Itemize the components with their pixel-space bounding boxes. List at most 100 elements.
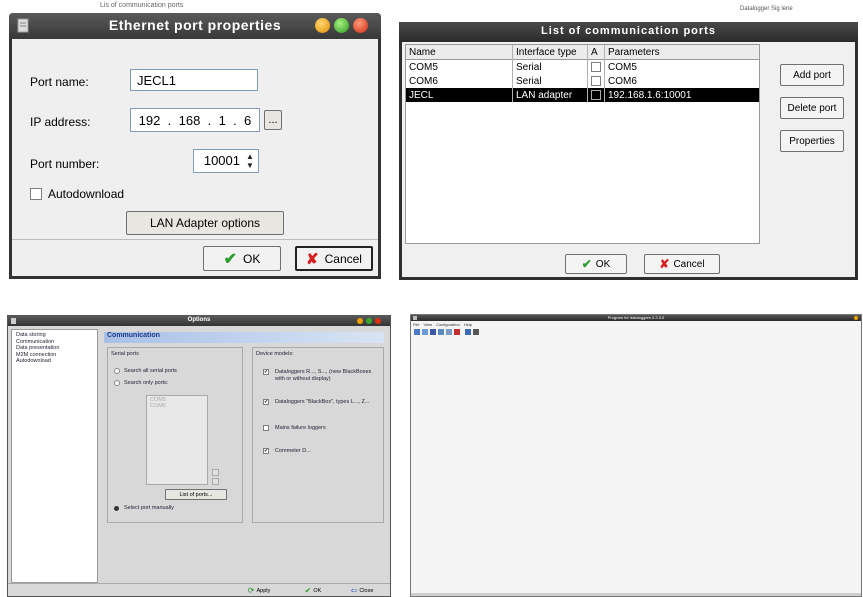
divider: [12, 239, 378, 240]
open-icon[interactable]: [422, 328, 428, 335]
nav-item-autodownload[interactable]: Autodownload: [16, 358, 93, 365]
download-icon[interactable]: [438, 328, 444, 335]
minimize-icon[interactable]: [854, 316, 858, 320]
table-row[interactable]: COM5 Serial COM5: [406, 59, 759, 74]
column-header-parameters[interactable]: Parameters: [604, 45, 759, 60]
menu-help[interactable]: Help: [464, 322, 472, 327]
maximize-icon[interactable]: [366, 318, 372, 324]
cancel-label: Cancel: [673, 258, 705, 270]
column-header-name[interactable]: Name: [406, 45, 513, 60]
options-titlebar[interactable]: Options: [8, 316, 390, 326]
row-name: COM6: [406, 74, 513, 88]
column-header-a[interactable]: A: [587, 45, 605, 60]
row-parameters: 192.168.1.6:10001: [604, 88, 759, 102]
spinner-arrows-icon[interactable]: ▲ ▼: [244, 152, 256, 170]
door-exit-icon: ⇦: [350, 586, 358, 595]
select-manually-radio[interactable]: [114, 506, 119, 511]
row-parameters: COM5: [604, 59, 759, 74]
check-icon: ✔: [304, 586, 312, 595]
device-model-label-1: Dataloggers R..., S..., (new BlackBoxes …: [275, 369, 372, 382]
list-move-down-icon[interactable]: [212, 478, 219, 485]
apply-button[interactable]: ⟳ Apply: [237, 585, 281, 596]
minimize-icon[interactable]: [315, 18, 330, 33]
ok-button[interactable]: ✔ OK: [203, 246, 281, 271]
delete-port-button[interactable]: Delete port: [780, 97, 844, 119]
cancel-button[interactable]: ✘ Cancel: [295, 246, 373, 271]
chart-icon[interactable]: [454, 328, 460, 335]
minimize-icon[interactable]: [357, 318, 363, 324]
add-port-button[interactable]: Add port: [780, 64, 844, 86]
ports-dialog-titlebar[interactable]: List of communication ports: [399, 22, 858, 42]
close-icon[interactable]: [375, 318, 381, 324]
device-model-checkbox-1[interactable]: ✔: [263, 369, 269, 375]
ethernet-port-dialog: Ethernet port properties Port name: JECL…: [9, 13, 381, 279]
ethernet-dialog-body: Port name: JECL1 IP address: 192. 168. 1…: [12, 39, 378, 276]
ip-address-label: IP address:: [30, 115, 91, 129]
list-of-ports-button[interactable]: List of ports...: [165, 489, 227, 500]
ok-button[interactable]: ✔ OK: [297, 585, 329, 596]
main-app-window: Program for dataloggers 2.2.3.0 File Vie…: [410, 314, 862, 597]
help-icon[interactable]: [465, 328, 471, 335]
close-button[interactable]: ⇦ Close: [342, 585, 382, 596]
row-name: JECL: [406, 88, 513, 102]
search-only-radio[interactable]: [114, 380, 120, 386]
x-icon: ✘: [659, 257, 670, 271]
device-model-checkbox-2[interactable]: ✔: [263, 399, 269, 405]
ip-octet-2[interactable]: 168: [179, 113, 201, 128]
refresh-icon: ⟳: [247, 586, 255, 595]
device-model-label-4: Commeter D...: [275, 448, 311, 454]
table-row-selected[interactable]: JECL LAN adapter 192.168.1.6:10001: [406, 88, 759, 102]
info-icon[interactable]: [473, 328, 479, 335]
list-move-up-icon[interactable]: [212, 469, 219, 476]
search-all-label: Search all serial ports: [124, 368, 177, 374]
port-name-input[interactable]: JECL1: [130, 69, 258, 91]
row-interface: Serial: [512, 59, 588, 74]
print-icon[interactable]: [446, 328, 452, 335]
list-item: COM6: [150, 402, 166, 409]
cancel-button[interactable]: ✘ Cancel: [644, 254, 720, 274]
port-name-label: Port name:: [30, 75, 89, 89]
lan-adapter-options-button[interactable]: LAN Adapter options: [126, 211, 284, 235]
device-model-checkbox-4[interactable]: ✔: [263, 448, 269, 454]
close-icon[interactable]: [353, 18, 368, 33]
ip-octet-1[interactable]: 192: [139, 113, 161, 128]
background-window-text-left: Lis of communication ports: [100, 2, 184, 9]
device-model-checkbox-3[interactable]: [263, 425, 269, 431]
autodownload-checkbox[interactable]: [30, 188, 42, 200]
port-list: COM5 COM6: [146, 395, 208, 485]
row-parameters: COM6: [604, 74, 759, 88]
background-window-text-right: Datalogger Sig lene: [740, 6, 793, 12]
options-dialog: Options Data storing Communication Data …: [7, 315, 391, 597]
column-header-interface[interactable]: Interface type: [512, 45, 588, 60]
section-title: Communication: [104, 332, 384, 343]
cancel-label: Cancel: [324, 251, 362, 266]
menu-file[interactable]: File: [413, 322, 419, 327]
autodownload-cell-checkbox[interactable]: [591, 90, 601, 100]
menu-configuration[interactable]: Configuration: [436, 322, 460, 327]
ip-browse-button[interactable]: ...: [264, 110, 282, 130]
autodownload-cell-checkbox[interactable]: [591, 76, 601, 86]
autodownload-cell-checkbox[interactable]: [591, 62, 601, 72]
ok-button[interactable]: ✔ OK: [565, 254, 627, 274]
search-all-radio[interactable]: [114, 368, 120, 374]
ip-octet-3[interactable]: 1: [219, 113, 226, 128]
nav-item-data-presentation[interactable]: Data presentation: [16, 345, 93, 352]
main-titlebar[interactable]: Program for dataloggers 2.2.3.0: [411, 315, 861, 321]
port-number-label: Port number:: [30, 157, 100, 171]
device-model-label-3: Mains failure loggers: [275, 425, 326, 431]
maximize-icon[interactable]: [334, 18, 349, 33]
nav-item-data-storing[interactable]: Data storing: [16, 332, 93, 339]
properties-button[interactable]: Properties: [780, 130, 844, 152]
ip-octet-4[interactable]: 6: [244, 113, 251, 128]
ip-address-input[interactable]: 192. 168. 1. 6: [130, 108, 260, 132]
menu-bar: File View Configuration Help: [413, 322, 472, 327]
new-icon[interactable]: [414, 328, 420, 335]
status-bar: [411, 593, 861, 596]
table-row[interactable]: COM6 Serial COM6: [406, 74, 759, 88]
ethernet-dialog-titlebar[interactable]: Ethernet port properties: [9, 13, 381, 39]
menu-view[interactable]: View: [423, 322, 432, 327]
device-model-label-2: Dataloggers "BlackBox", types L..., Z...: [275, 399, 370, 405]
save-icon[interactable]: [430, 328, 436, 335]
search-only-label: Search only ports:: [124, 380, 169, 386]
device-models-legend: Device models:: [256, 351, 294, 357]
